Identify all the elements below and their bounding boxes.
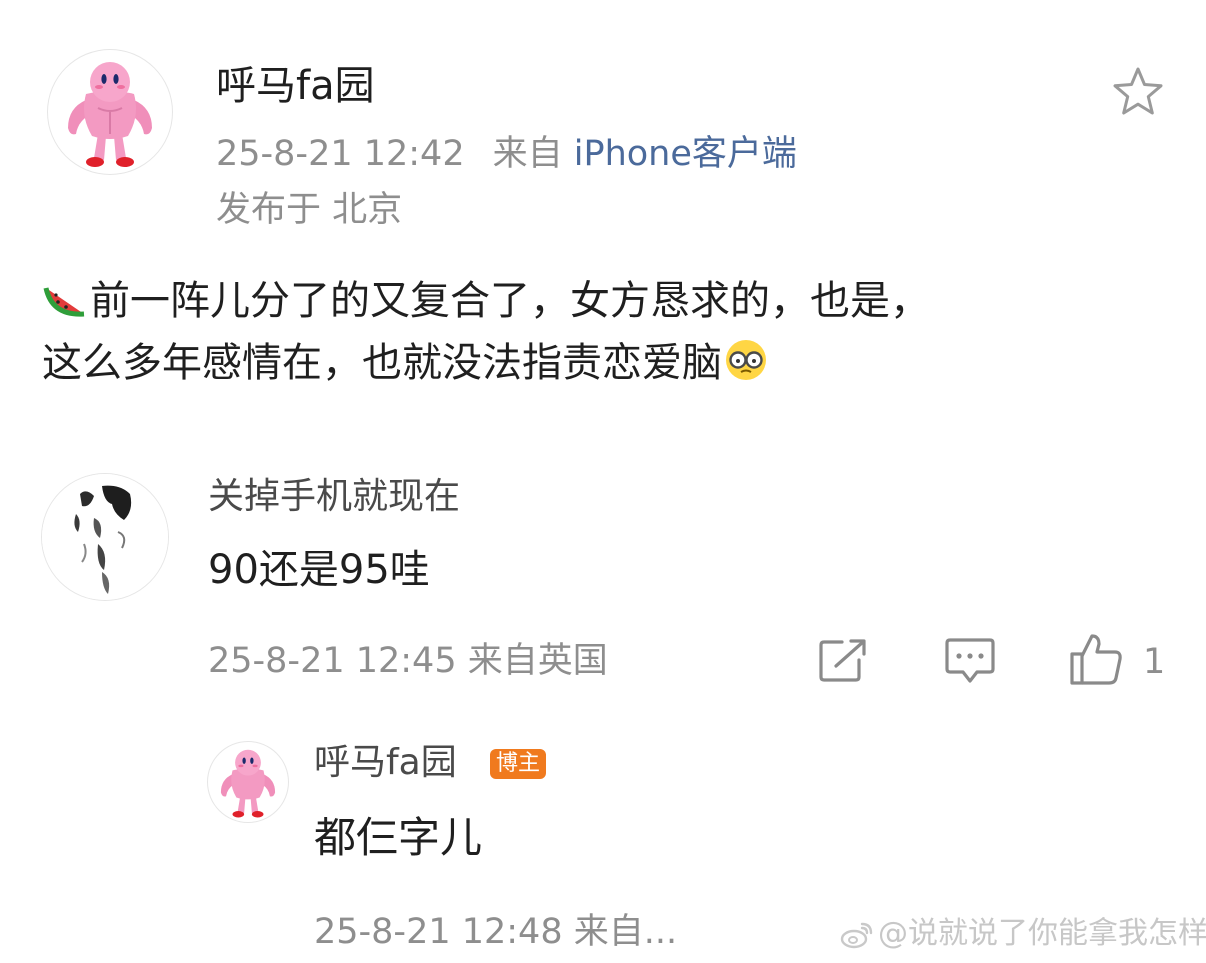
author-badge: 博主: [490, 749, 547, 779]
thumbs-up-icon[interactable]: [1068, 632, 1124, 686]
comment-time: 25-8-21 12:45: [208, 641, 457, 681]
comment-source: 来自英国: [467, 641, 608, 681]
post-time: 25-8-21 12:42: [216, 134, 465, 174]
reply-meta: 25-8-21 12:48 来自...: [314, 908, 677, 956]
comment-author-name[interactable]: 关掉手机就现在: [208, 472, 460, 522]
glasses-face-icon: [722, 338, 770, 382]
ink-sketch-avatar-image: [42, 474, 168, 600]
post-author-name[interactable]: 呼马fa园: [216, 58, 375, 114]
muscular-kirby-avatar-image: [220, 749, 276, 818]
post-source-prefix: 来自: [492, 134, 563, 174]
reply-time: 25-8-21 12:48: [314, 912, 563, 952]
comment-meta: 25-8-21 12:45 来自英国: [208, 637, 608, 685]
watermark-text: @说就说了你能拿我怎样: [878, 916, 1206, 951]
post-location: 发布于 北京: [216, 190, 403, 230]
star-icon[interactable]: [1110, 64, 1166, 120]
comment-icon[interactable]: [944, 636, 996, 686]
weibo-logo-icon: [840, 919, 874, 949]
reply-author-avatar[interactable]: [208, 742, 288, 822]
post-source-client-link[interactable]: iPhone客户端: [574, 134, 797, 174]
reply-text: 都仨字儿: [314, 813, 483, 862]
watermark: @说就说了你能拿我怎样: [840, 912, 1206, 956]
post-content: 前一阵儿分了的又复合了，女方恳求的，也是， 这么多年感情在，也就没法指责恋爱脑: [42, 270, 1172, 394]
post-content-line1: 前一阵儿分了的又复合了，女方恳求的，也是，: [90, 278, 930, 324]
muscular-kirby-avatar-image: [68, 62, 152, 167]
watermelon-icon: [42, 276, 90, 320]
share-icon[interactable]: [818, 638, 868, 684]
commenter-avatar[interactable]: [42, 474, 168, 600]
post-meta: 25-8-21 12:42 来自 iPhone客户端: [216, 130, 797, 178]
reply-author-name[interactable]: 呼马fa园: [314, 738, 457, 788]
comment-text: 90还是95哇: [208, 547, 430, 593]
post-content-line2: 这么多年感情在，也就没法指责恋爱脑: [42, 340, 722, 386]
author-avatar[interactable]: [48, 50, 172, 174]
like-count: 1: [1143, 642, 1166, 682]
reply-source: 来自...: [573, 912, 678, 952]
